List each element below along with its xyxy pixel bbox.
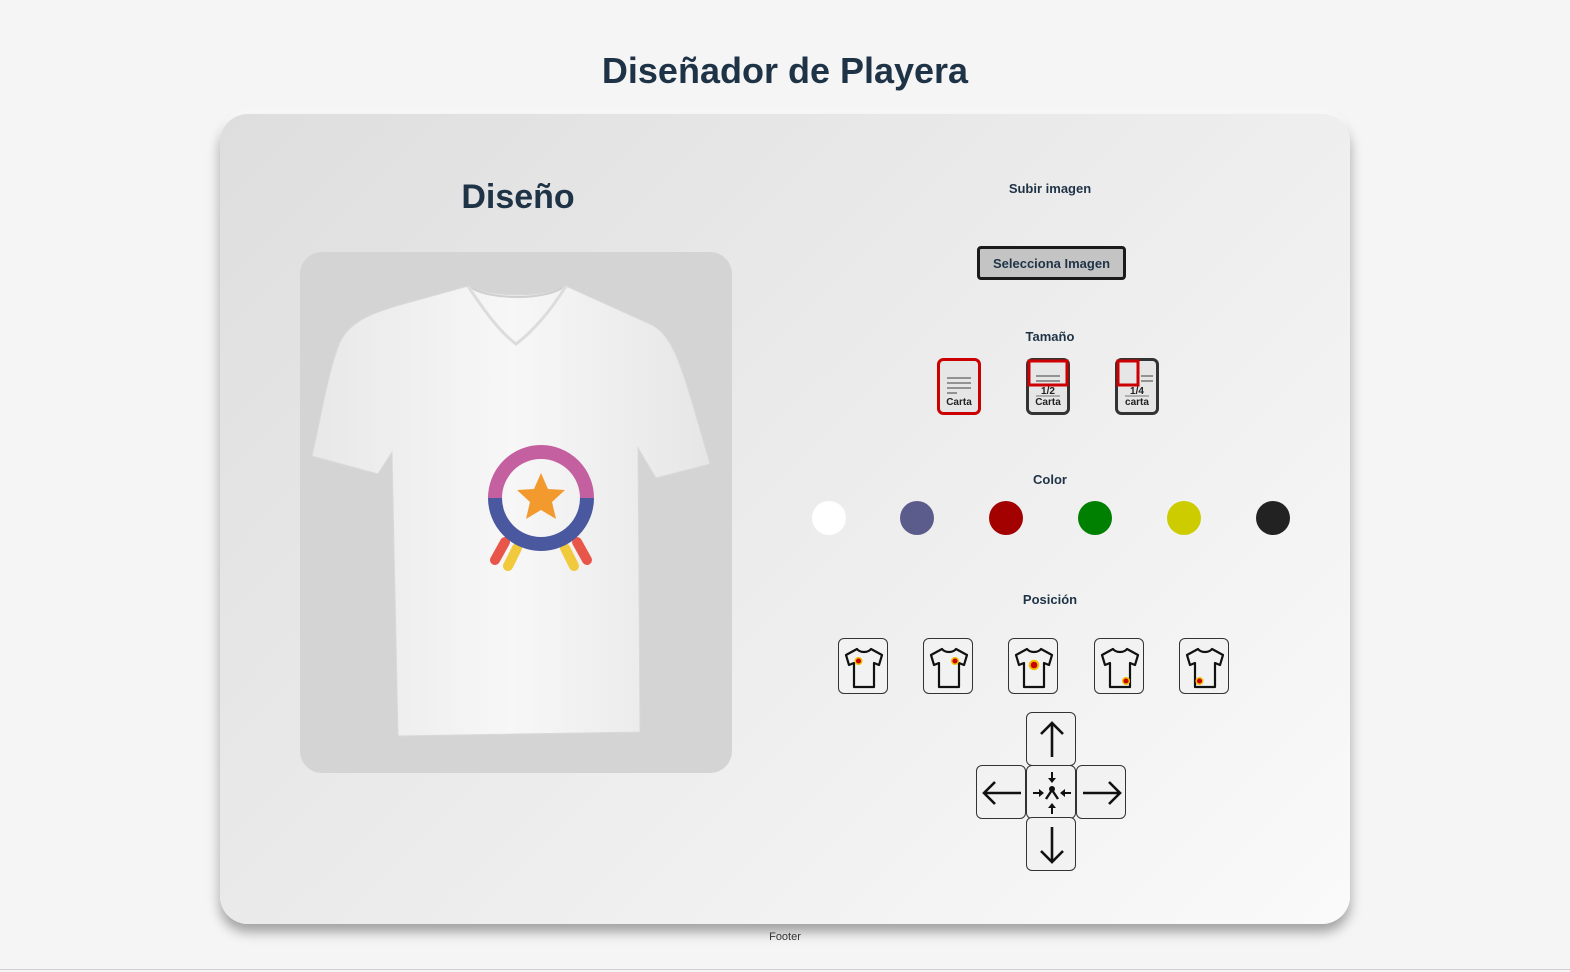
color-label: Color	[1033, 472, 1067, 487]
arrow-up-icon	[1040, 721, 1064, 757]
size-option-carta[interactable]: Carta	[937, 358, 981, 415]
color-swatch-slate-blue[interactable]	[900, 501, 934, 535]
divider	[0, 969, 1570, 970]
size-option-quarter-carta[interactable]: 1/4 carta	[1115, 358, 1159, 415]
size-option-fraction: 1/2	[1041, 386, 1055, 397]
upload-label: Subir imagen	[1008, 181, 1092, 196]
shirt-preview	[300, 252, 732, 773]
move-up-button[interactable]	[1026, 712, 1076, 766]
move-down-button[interactable]	[1026, 817, 1076, 871]
design-title: Diseño	[461, 178, 575, 216]
arrow-down-icon	[1040, 827, 1064, 864]
page-title: Diseñador de Playera	[601, 50, 969, 91]
tshirt-bottom-right-icon	[1100, 647, 1140, 689]
size-option-fraction: 1/4	[1130, 386, 1144, 397]
move-center-button[interactable]	[1026, 765, 1076, 819]
color-swatch-yellow[interactable]	[1167, 501, 1201, 535]
position-label: Posición	[1022, 592, 1078, 607]
color-swatch-dark-red[interactable]	[989, 501, 1023, 535]
position-bottom-right-button[interactable]	[1094, 638, 1144, 694]
tshirt-mockup	[311, 285, 711, 737]
size-option-name: Carta	[946, 397, 972, 408]
tshirt-center-icon	[1014, 647, 1054, 689]
size-option-name: Carta	[1035, 397, 1061, 408]
tshirt-body	[311, 285, 711, 737]
arrow-right-icon	[1083, 781, 1122, 805]
color-swatch-black[interactable]	[1256, 501, 1290, 535]
tshirt-bottom-left-icon	[1185, 647, 1225, 689]
center-icon	[1033, 772, 1071, 814]
arrow-left-icon	[982, 781, 1021, 805]
position-left-chest-button[interactable]	[838, 638, 888, 694]
move-right-button[interactable]	[1076, 765, 1126, 819]
color-swatch-green[interactable]	[1078, 501, 1112, 535]
size-label: Tamaño	[1025, 329, 1075, 344]
select-image-button[interactable]: Selecciona Imagen	[977, 246, 1126, 280]
position-right-chest-button[interactable]	[923, 638, 973, 694]
move-left-button[interactable]	[976, 765, 1026, 819]
size-option-name: carta	[1125, 397, 1149, 408]
tshirt-right-chest-icon	[929, 647, 969, 689]
size-option-half-carta[interactable]: 1/2 Carta	[1026, 358, 1070, 415]
footer: Footer	[769, 931, 801, 943]
position-center-button[interactable]	[1008, 638, 1058, 694]
color-swatch-white[interactable]	[812, 501, 846, 535]
position-bottom-left-button[interactable]	[1179, 638, 1229, 694]
tshirt-left-chest-icon	[844, 647, 884, 689]
